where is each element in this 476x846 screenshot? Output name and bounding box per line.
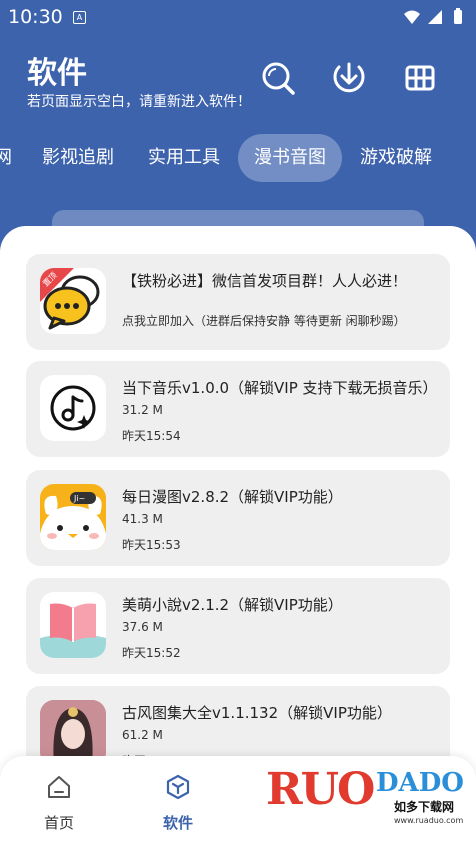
music-note-icon — [40, 375, 106, 441]
grid-icon[interactable] — [400, 58, 440, 98]
watermark-logo: RUO DADO 如多下载网 www.ruaduo.com — [266, 764, 466, 836]
status-bar: 10:30 A — [0, 0, 476, 34]
watermark-brand-left: RUO — [266, 764, 375, 815]
item-name: 当下音乐v1.0.0（解锁VIP 支持下载无损音乐） — [122, 379, 438, 397]
list-item[interactable]: 当下音乐v1.0.0（解锁VIP 支持下载无损音乐） 31.2 M 昨天15:5… — [26, 361, 450, 457]
item-size: 37.6 M — [122, 620, 163, 634]
download-icon[interactable] — [329, 58, 369, 98]
notification-icon: A — [73, 11, 86, 24]
system-status-icons — [404, 8, 462, 24]
app-list-panel: 置顶 【铁粉必进】微信首发项目群！人人必进！ 点我立即加入（进群后保持安静 等待… — [0, 226, 476, 846]
svg-text:Ji~: Ji~ — [73, 494, 85, 503]
item-size: 61.2 M — [122, 728, 163, 742]
tab-tools[interactable]: 实用工具 — [148, 134, 220, 182]
item-date: 昨天15:52 — [122, 646, 181, 660]
search-icon[interactable] — [258, 58, 298, 98]
watermark-brand-right: DADO — [376, 768, 464, 798]
page-title: 软件 — [27, 56, 87, 91]
app-header: 软件 若页面显示空白，请重新进入软件！ 网 影视追剧 实用工具 漫书音图 游戏破… — [0, 34, 476, 250]
page-subtitle: 若页面显示空白，请重新进入软件！ — [27, 94, 251, 110]
cartoon-face-icon: Ji~ — [40, 484, 106, 550]
book-icon — [40, 592, 106, 658]
home-icon — [48, 776, 70, 798]
item-name: 古风图集大全v1.1.132（解锁VIP功能） — [122, 704, 392, 722]
list-item[interactable]: 美萌小說v2.1.2（解锁VIP功能） 37.6 M 昨天15:52 — [26, 578, 450, 674]
nav-software[interactable]: 软件 — [138, 774, 218, 833]
chat-bubble-icon: 置顶 — [40, 268, 106, 334]
item-name: 每日漫图v2.8.2（解锁VIP功能） — [122, 488, 343, 506]
item-size: 41.3 M — [122, 512, 163, 526]
item-date: 昨天15:53 — [122, 538, 181, 552]
tab-movies[interactable]: 影视追剧 — [42, 134, 114, 182]
item-date: 昨天15:54 — [122, 429, 181, 443]
status-time: 10:30 — [8, 6, 63, 28]
item-size: 31.2 M — [122, 403, 163, 417]
item-name: 【铁粉必进】微信首发项目群！人人必进！ — [122, 272, 408, 290]
list-item[interactable]: Ji~ 每日漫图v2.8.2（解锁VIP功能） 41.3 M 昨天15:53 — [26, 470, 450, 566]
category-tabs: 网 影视追剧 实用工具 漫书音图 游戏破解 — [0, 134, 476, 186]
nav-home-label: 首页 — [43, 814, 74, 832]
watermark-cn: 如多下载网 — [394, 800, 455, 814]
tab-games[interactable]: 游戏破解 — [360, 134, 432, 182]
cube-icon — [166, 774, 190, 800]
list-item[interactable]: 置顶 【铁粉必进】微信首发项目群！人人必进！ 点我立即加入（进群后保持安静 等待… — [26, 254, 450, 350]
item-name: 美萌小說v2.1.2（解锁VIP功能） — [122, 596, 343, 614]
tab-partial[interactable]: 网 — [0, 134, 12, 182]
tab-comics-music[interactable]: 漫书音图 — [238, 134, 342, 182]
nav-home[interactable]: 首页 — [19, 774, 99, 833]
watermark-url: www.ruaduo.com — [394, 816, 464, 825]
item-description: 点我立即加入（进群后保持安静 等待更新 闲聊秒踢） — [122, 314, 406, 328]
nav-software-label: 软件 — [162, 814, 193, 832]
